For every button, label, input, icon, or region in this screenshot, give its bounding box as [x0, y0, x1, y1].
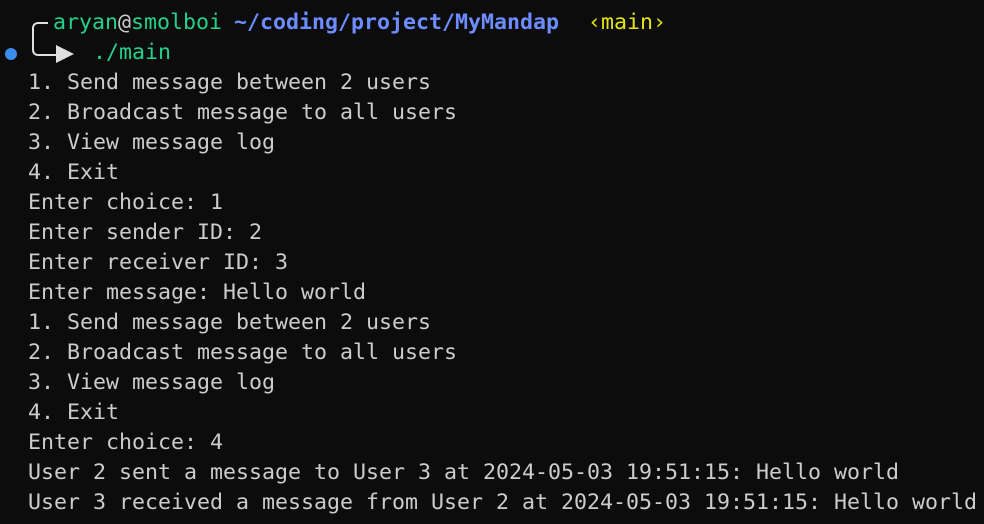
- output-line: 1. Send message between 2 users: [28, 310, 432, 335]
- terminal-output: 1. Send message between 2 users 2. Broad…: [0, 68, 984, 518]
- output-line: 2. Broadcast message to all users: [28, 100, 458, 125]
- prompt-host: smolboi: [131, 10, 223, 35]
- output-line: Enter message: Hello world: [28, 280, 367, 305]
- output-line: 1. Send message between 2 users: [28, 70, 432, 95]
- prompt-user: aryan: [53, 10, 119, 35]
- output-line: User 3 received a message from User 2 at…: [28, 490, 978, 515]
- output-line: 3. View message log: [28, 370, 276, 395]
- prompt-arrow-icon: [56, 45, 74, 63]
- output-line: 4. Exit: [28, 160, 120, 185]
- prompt-user-host: aryan@smolboi: [53, 8, 222, 38]
- prompt-header-line: aryan@smolboi ~/coding/project/MyMandap …: [0, 8, 984, 46]
- output-line: 4. Exit: [28, 400, 120, 425]
- output-line: User 2 sent a message to User 3 at 2024-…: [28, 460, 900, 485]
- prompt-frame-bottom-icon: [32, 38, 58, 56]
- output-line: Enter choice: 4: [28, 430, 224, 455]
- status-dot-icon: [5, 48, 17, 60]
- prompt-git-branch: ‹main›: [588, 10, 667, 35]
- output-line: 2. Broadcast message to all users: [28, 340, 458, 365]
- prompt-command-line: ./main: [0, 38, 984, 68]
- output-line: 3. View message log: [28, 130, 276, 155]
- output-line: Enter sender ID: 2: [28, 220, 263, 245]
- prompt-path: ~/coding/project/MyMandap: [234, 10, 560, 35]
- output-line: Enter choice: 1: [28, 190, 224, 215]
- prompt-at-sign: @: [118, 10, 132, 35]
- terminal-window[interactable]: aryan@smolboi ~/coding/project/MyMandap …: [0, 0, 984, 524]
- output-line: Enter receiver ID: 3: [28, 250, 289, 275]
- prompt-command: ./main: [93, 40, 172, 65]
